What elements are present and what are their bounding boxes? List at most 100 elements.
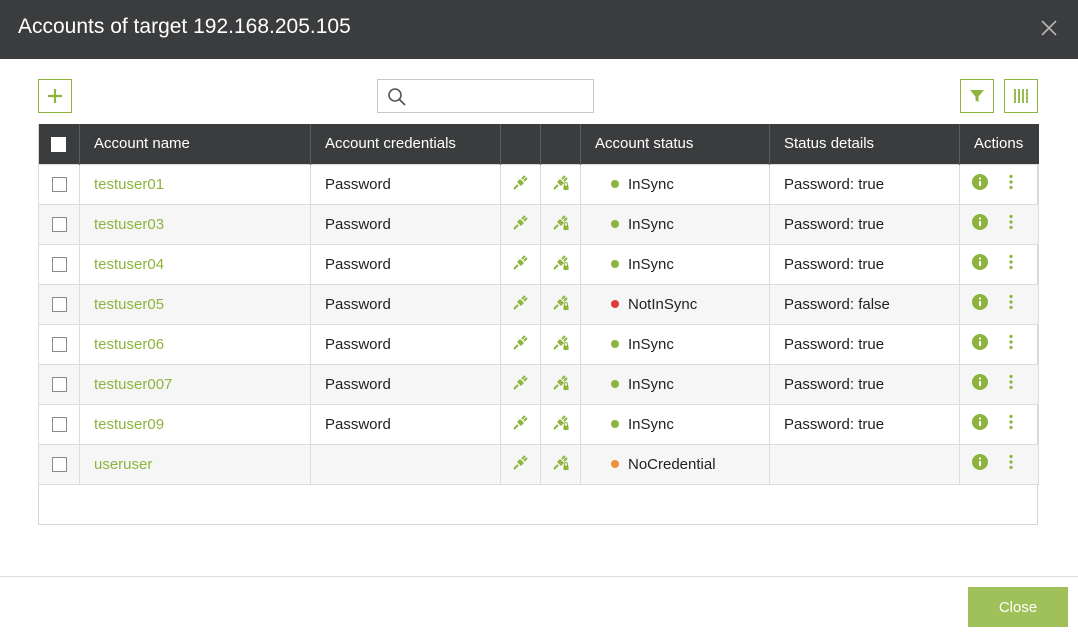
- plug-lock-icon[interactable]: [552, 253, 570, 275]
- table-row[interactable]: testuser05 Password NotInSync Password: fal…: [38, 283, 1039, 325]
- plug-icon[interactable]: [512, 453, 530, 475]
- more-options-icon[interactable]: [1008, 374, 1014, 394]
- account-name-cell: testuser06: [79, 323, 311, 365]
- table-row[interactable]: testuser01 Password InSync Password: true: [38, 163, 1039, 205]
- close-button[interactable]: Close: [968, 587, 1068, 627]
- status-details-cell: [769, 443, 960, 485]
- row-checkbox[interactable]: [51, 457, 67, 473]
- info-icon[interactable]: [972, 174, 988, 194]
- more-options-icon[interactable]: [1008, 454, 1014, 474]
- account-name-link[interactable]: testuser01: [94, 176, 164, 193]
- status-cell: InSync: [580, 323, 770, 365]
- status-text: InSync: [628, 215, 674, 233]
- more-options-icon[interactable]: [1008, 294, 1014, 314]
- account-name-link[interactable]: testuser06: [94, 336, 164, 353]
- status-cell: InSync: [580, 243, 770, 285]
- status-text: InSync: [628, 255, 674, 273]
- plug-lock-icon[interactable]: [552, 333, 570, 355]
- connect-secure-cell: [540, 443, 581, 485]
- columns-icon: [1014, 89, 1028, 103]
- credentials-cell: Password: [310, 323, 501, 365]
- column-header-status-details[interactable]: Status details: [769, 124, 960, 164]
- actions-cell: [959, 443, 1039, 485]
- column-header-status[interactable]: Account status: [580, 124, 770, 164]
- info-icon[interactable]: [972, 454, 988, 474]
- row-checkbox[interactable]: [51, 297, 67, 313]
- plug-icon[interactable]: [512, 413, 530, 435]
- table-row[interactable]: testuser007 Password InSync Password: true: [38, 363, 1039, 405]
- row-checkbox[interactable]: [51, 417, 67, 433]
- more-options-icon[interactable]: [1008, 334, 1014, 354]
- columns-button[interactable]: [1004, 79, 1038, 113]
- status-dot: [611, 259, 619, 268]
- connect-cell: [500, 203, 541, 245]
- search-input[interactable]: [412, 85, 587, 107]
- more-options-icon[interactable]: [1008, 174, 1014, 194]
- plug-lock-icon[interactable]: [552, 293, 570, 315]
- status-text: InSync: [628, 335, 674, 353]
- table-row[interactable]: useruser NoCredential: [38, 443, 1039, 485]
- search-icon: [388, 88, 406, 106]
- table-row[interactable]: testuser06 Password InSync Password: true: [38, 323, 1039, 365]
- table-row[interactable]: testuser03 Password InSync Password: true: [38, 203, 1039, 245]
- table-row[interactable]: testuser04 Password InSync Password: true: [38, 243, 1039, 285]
- connect-secure-cell: [540, 283, 581, 325]
- table-row[interactable]: testuser09 Password InSync Password: true: [38, 403, 1039, 445]
- column-header-account-name[interactable]: Account name: [79, 124, 311, 164]
- add-account-button[interactable]: [38, 79, 72, 113]
- account-name-link[interactable]: testuser007: [94, 376, 172, 393]
- status-dot: [611, 339, 619, 348]
- info-icon[interactable]: [972, 414, 988, 434]
- account-name-link[interactable]: testuser04: [94, 256, 164, 273]
- plug-icon[interactable]: [512, 253, 530, 275]
- account-name-link[interactable]: testuser09: [94, 416, 164, 433]
- row-checkbox[interactable]: [51, 377, 67, 393]
- account-name-cell: testuser04: [79, 243, 311, 285]
- plug-lock-icon[interactable]: [552, 213, 570, 235]
- filter-icon: [970, 90, 984, 102]
- account-name-link[interactable]: useruser: [94, 456, 152, 473]
- row-checkbox[interactable]: [51, 337, 67, 353]
- info-icon[interactable]: [972, 374, 988, 394]
- plug-lock-icon[interactable]: [552, 173, 570, 195]
- connect-cell: [500, 443, 541, 485]
- plug-icon[interactable]: [512, 173, 530, 195]
- info-icon[interactable]: [972, 254, 988, 274]
- column-header-credentials[interactable]: Account credentials: [310, 124, 501, 164]
- plug-lock-icon[interactable]: [552, 413, 570, 435]
- account-name-link[interactable]: testuser03: [94, 216, 164, 233]
- search-box[interactable]: [377, 79, 594, 113]
- plug-icon[interactable]: [512, 293, 530, 315]
- select-all-checkbox[interactable]: [51, 136, 67, 152]
- status-dot: [611, 419, 619, 428]
- actions-cell: [959, 283, 1039, 325]
- plug-icon[interactable]: [512, 333, 530, 355]
- plug-lock-icon[interactable]: [552, 453, 570, 475]
- plug-icon[interactable]: [512, 213, 530, 235]
- more-options-icon[interactable]: [1008, 254, 1014, 274]
- info-icon[interactable]: [972, 294, 988, 314]
- account-name-link[interactable]: testuser05: [94, 296, 164, 313]
- status-details-cell: Password: false: [769, 283, 960, 325]
- row-checkbox[interactable]: [51, 217, 67, 233]
- row-checkbox[interactable]: [51, 257, 67, 273]
- plug-lock-icon[interactable]: [552, 373, 570, 395]
- close-icon[interactable]: [1038, 17, 1060, 39]
- status-details-cell: Password: true: [769, 163, 960, 205]
- info-icon[interactable]: [972, 334, 988, 354]
- more-options-icon[interactable]: [1008, 414, 1014, 434]
- table-header-row: Account name Account credentials Account…: [38, 124, 1039, 164]
- row-checkbox[interactable]: [51, 177, 67, 193]
- credentials-cell: Password: [310, 363, 501, 405]
- row-checkbox-cell: [38, 403, 80, 445]
- more-options-icon[interactable]: [1008, 214, 1014, 234]
- plug-icon[interactable]: [512, 373, 530, 395]
- account-name-cell: testuser09: [79, 403, 311, 445]
- credentials-cell: [310, 443, 501, 485]
- filter-button[interactable]: [960, 79, 994, 113]
- info-icon[interactable]: [972, 214, 988, 234]
- status-details-cell: Password: true: [769, 403, 960, 445]
- credentials-cell: Password: [310, 403, 501, 445]
- status-details-cell: Password: true: [769, 323, 960, 365]
- row-checkbox-cell: [38, 163, 80, 205]
